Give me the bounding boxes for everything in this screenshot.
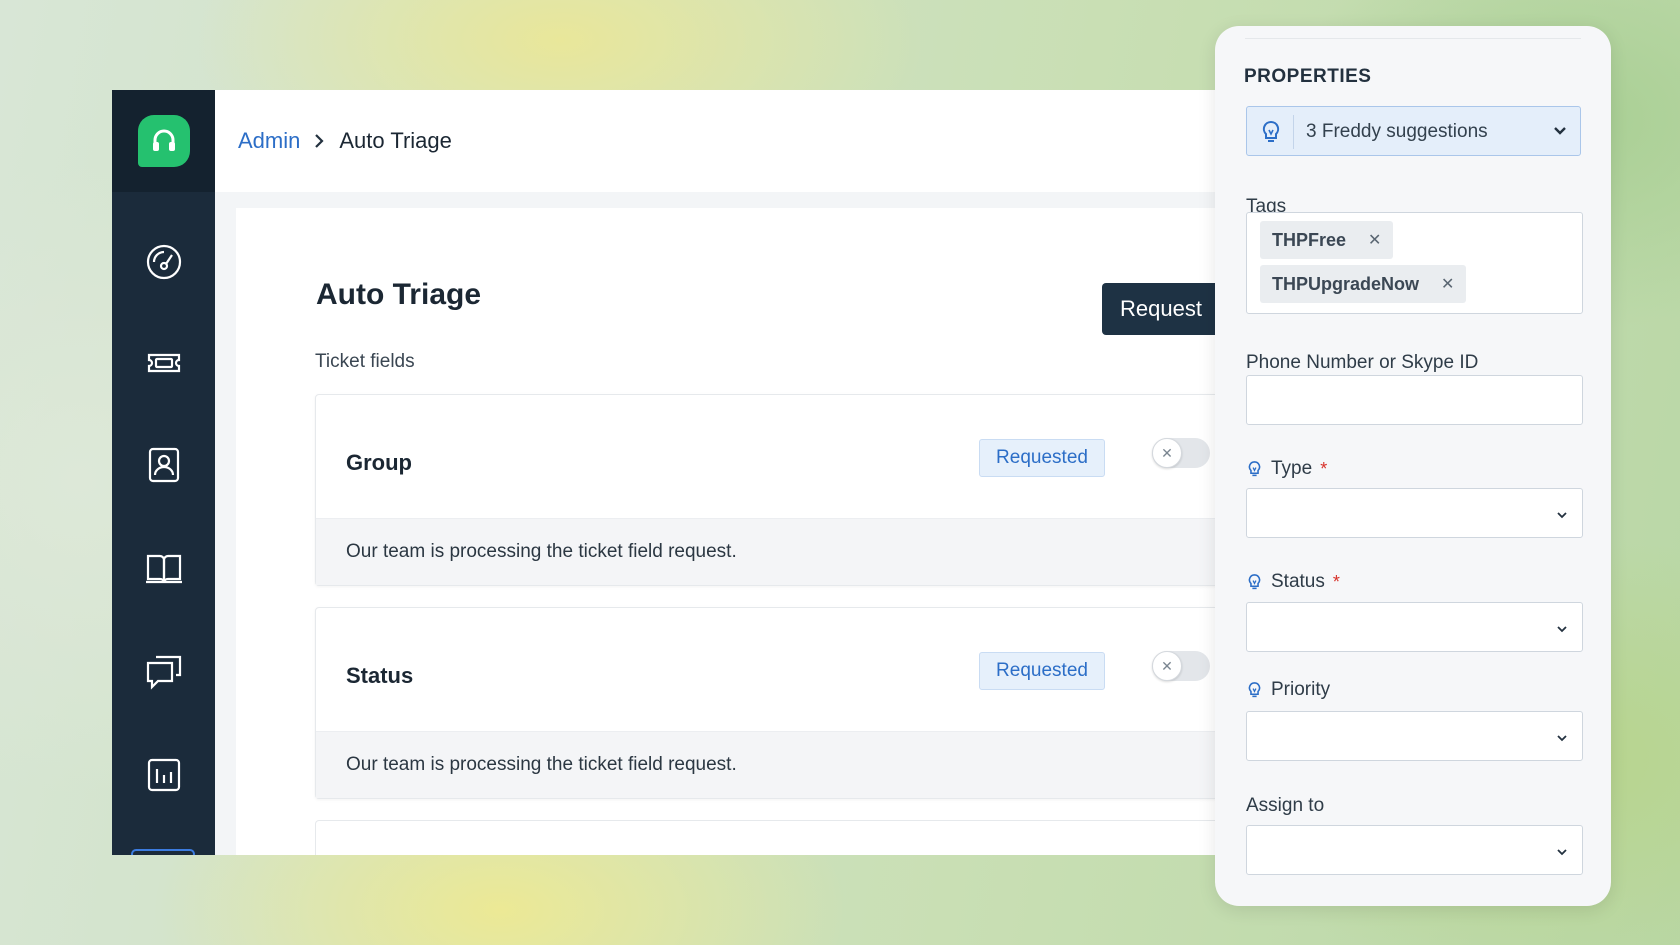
priority-select[interactable]	[1246, 711, 1583, 761]
logo-area	[112, 90, 215, 192]
chevron-down-icon	[1556, 508, 1568, 526]
phone-label: Phone Number or Skype ID	[1246, 352, 1479, 373]
request-button[interactable]: Request	[1102, 283, 1222, 335]
sidebar-item-dashboard[interactable]	[112, 232, 215, 292]
lightbulb-icon	[1246, 571, 1263, 593]
field-toggle[interactable]: ✕	[1152, 651, 1210, 681]
freddy-suggestions-label: 3 Freddy suggestions	[1306, 121, 1488, 142]
field-name: Status	[346, 663, 414, 688]
priority-label: Priority	[1246, 679, 1330, 701]
reports-icon	[147, 758, 180, 792]
status-select[interactable]	[1246, 602, 1583, 652]
sidebar-item-contacts[interactable]	[112, 435, 215, 495]
lightbulb-icon	[1246, 679, 1263, 701]
status-badge: Requested	[979, 439, 1105, 477]
tag-label: THPUpgradeNow	[1272, 273, 1420, 294]
sidebar-item-tickets[interactable]	[112, 333, 215, 393]
priority-label-text: Priority	[1271, 679, 1331, 700]
status-badge: Requested	[979, 652, 1105, 690]
divider	[1245, 38, 1581, 39]
tags-field[interactable]: THPFree ✕ THPUpgradeNow ✕	[1246, 212, 1583, 314]
app-window: Admin Auto Triage Auto Triage Request Ti…	[112, 90, 1222, 855]
lightbulb-icon	[1259, 119, 1283, 150]
chevron-down-icon	[1552, 123, 1568, 144]
chevron-down-icon	[1556, 845, 1568, 863]
sidebar-item-reports[interactable]	[112, 745, 215, 805]
type-select[interactable]	[1246, 488, 1583, 538]
page-title: Auto Triage	[316, 278, 482, 311]
lightbulb-icon	[1246, 458, 1263, 480]
ticket-field-card	[315, 820, 1222, 855]
sidebar-item-knowledge-base[interactable]	[112, 538, 215, 598]
required-marker: *	[1320, 458, 1328, 479]
divider	[1293, 115, 1294, 149]
type-label: Type *	[1246, 458, 1327, 480]
chevron-down-icon	[1556, 622, 1568, 640]
tag-label: THPFree	[1272, 229, 1347, 250]
sidebar	[112, 90, 215, 855]
panel-heading: PROPERTIES	[1244, 66, 1372, 87]
required-marker: *	[1332, 571, 1340, 592]
tag-chip: THPUpgradeNow ✕	[1260, 265, 1467, 303]
ticket-field-card: Group Requested ✕ Our team is processing…	[315, 394, 1222, 586]
phone-input[interactable]	[1246, 375, 1583, 425]
type-label-text: Type	[1271, 458, 1313, 479]
breadcrumb-admin-link[interactable]: Admin	[238, 128, 300, 154]
contacts-icon	[148, 447, 179, 483]
sidebar-item-chat[interactable]	[112, 641, 215, 701]
remove-tag-icon[interactable]: ✕	[1368, 230, 1381, 250]
chat-icon	[146, 655, 181, 690]
close-icon: ✕	[1152, 438, 1182, 468]
properties-panel: PROPERTIES 3 Freddy suggestions Tags THP…	[1215, 26, 1611, 906]
dashboard-icon	[146, 244, 181, 280]
chevron-right-icon	[313, 133, 325, 149]
book-icon	[145, 554, 182, 584]
sidebar-item-admin-active[interactable]	[131, 849, 195, 855]
remove-tag-icon[interactable]: ✕	[1441, 274, 1454, 294]
breadcrumb-current: Auto Triage	[339, 128, 452, 153]
assign-select[interactable]	[1246, 825, 1583, 875]
field-toggle[interactable]: ✕	[1152, 438, 1210, 468]
assign-label: Assign to	[1246, 795, 1325, 816]
field-note: Our team is processing the ticket field …	[316, 731, 1222, 798]
headset-icon[interactable]	[137, 115, 190, 167]
ticket-icon	[147, 353, 180, 373]
tag-chip: THPFree ✕	[1260, 221, 1394, 259]
freddy-suggestions-dropdown[interactable]: 3 Freddy suggestions	[1246, 106, 1581, 156]
section-label: Ticket fields	[315, 351, 415, 372]
breadcrumb: Admin Auto Triage	[215, 90, 1222, 192]
field-name: Group	[346, 450, 412, 475]
ticket-field-card: Status Requested ✕ Our team is processin…	[315, 607, 1222, 799]
status-label-text: Status	[1271, 571, 1325, 592]
field-note: Our team is processing the ticket field …	[316, 518, 1222, 585]
close-icon: ✕	[1152, 651, 1182, 681]
chevron-down-icon	[1556, 731, 1568, 749]
main-content: Auto Triage Request Ticket fields Group …	[236, 208, 1222, 855]
status-label: Status *	[1246, 571, 1340, 593]
